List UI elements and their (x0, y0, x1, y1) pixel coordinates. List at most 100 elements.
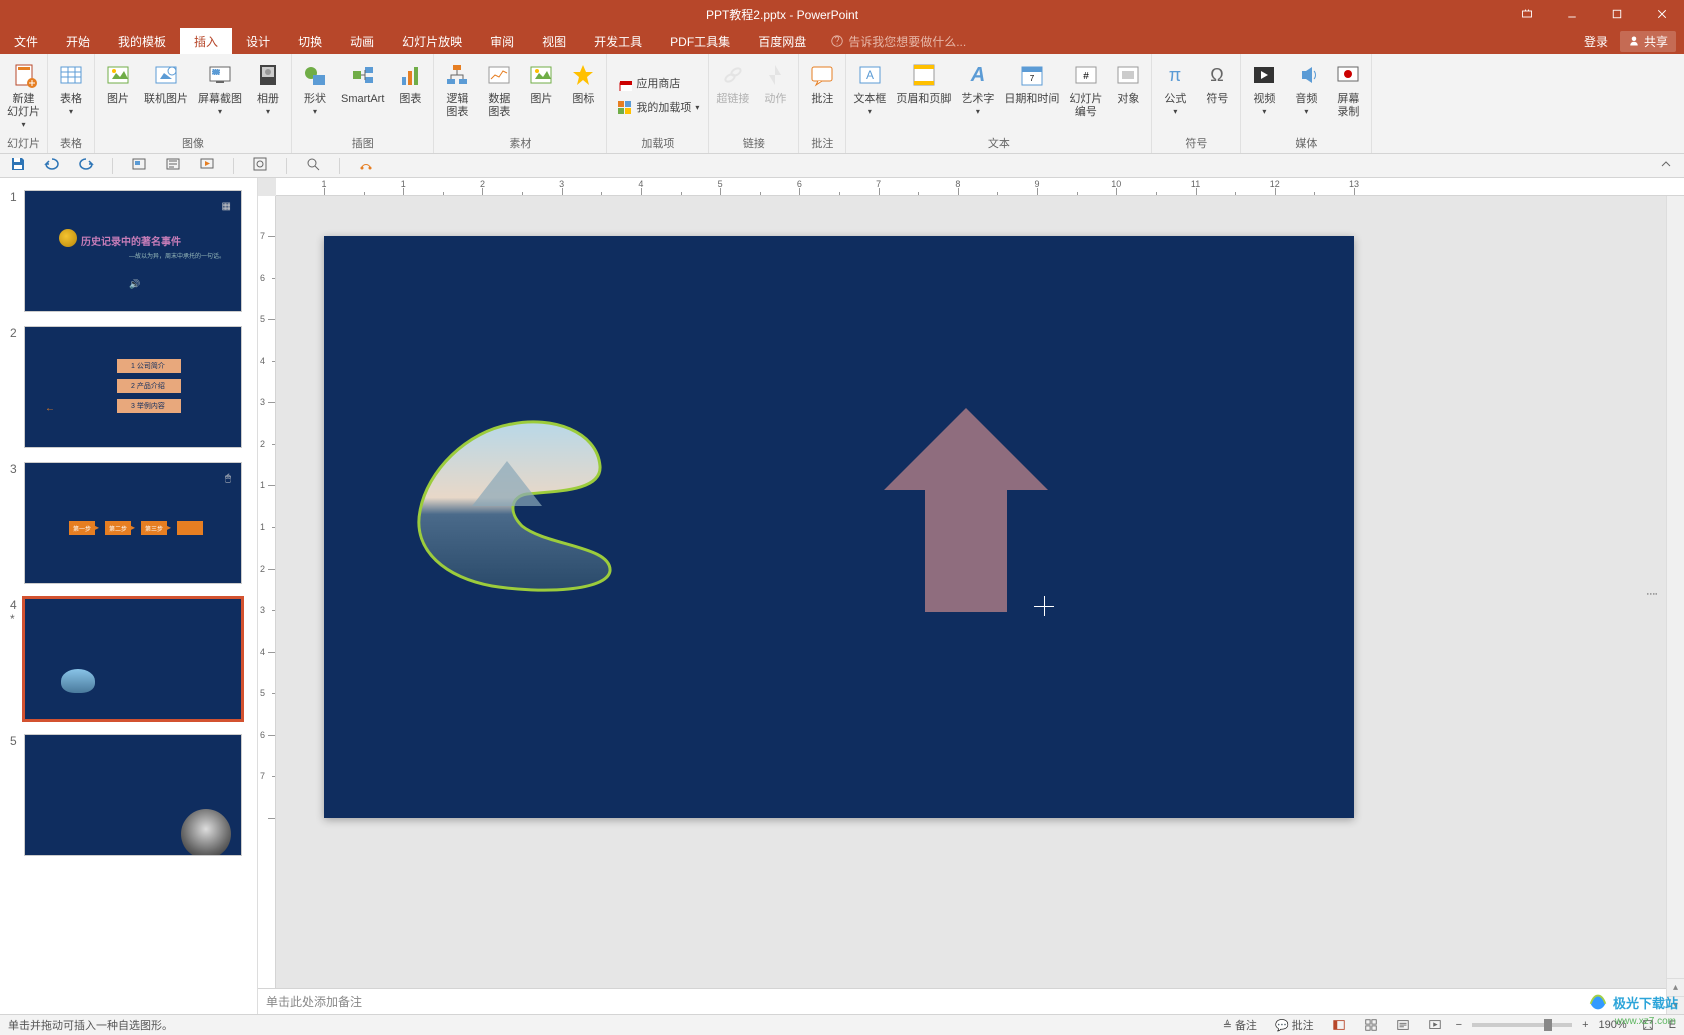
shapes[interactable]: 形状▾ (295, 57, 335, 118)
picture[interactable]: 图片 (98, 57, 138, 108)
thumbnail-4[interactable]: 4* (0, 594, 257, 730)
table[interactable]: 表格▾ (51, 57, 91, 118)
chart[interactable]: 图表 (390, 57, 430, 108)
qat-icon-4[interactable] (305, 156, 321, 175)
tab-开发工具[interactable]: 开发工具 (580, 28, 656, 54)
symbol-icon (1201, 59, 1233, 91)
tab-插入[interactable]: 插入 (180, 28, 232, 54)
redo-icon[interactable] (78, 156, 94, 175)
tab-视图[interactable]: 视图 (528, 28, 580, 54)
slide-thumbnails-panel[interactable]: 1历史记录中的著名事件—故以为异，周末中承托的一句话。🔊▦21 公司简介2 产品… (0, 178, 258, 1014)
textbox[interactable]: 文本框▾ (849, 57, 890, 118)
ribbon-display-options-icon[interactable] (1504, 0, 1549, 28)
store-icon (616, 75, 632, 91)
tab-幻灯片放映[interactable]: 幻灯片放映 (388, 28, 476, 54)
thumbnail-1[interactable]: 1历史记录中的著名事件—故以为异，周末中承托的一句话。🔊▦ (0, 186, 257, 322)
start-from-beginning-icon[interactable] (199, 156, 215, 175)
splitter-handle-icon[interactable]: ⁞ (1644, 592, 1660, 596)
header-footer-icon (908, 59, 940, 91)
comment-icon (806, 59, 838, 91)
notes-pane[interactable]: 单击此处添加备注 (258, 988, 1684, 1014)
qat-icon-5[interactable] (358, 156, 374, 175)
image[interactable]: 图片 (521, 57, 561, 108)
audio[interactable]: 音频▾ (1286, 57, 1326, 118)
wordart-icon (962, 59, 994, 91)
fit-to-window-icon[interactable] (1637, 1018, 1659, 1032)
smartart[interactable]: SmartArt (337, 57, 388, 108)
tab-百度网盘[interactable]: 百度网盘 (744, 28, 820, 54)
freeform-picture-shape[interactable] (412, 416, 618, 596)
icon[interactable]: 图标 (563, 57, 603, 108)
login-link[interactable]: 登录 (1584, 33, 1608, 50)
thumbnail-3[interactable]: 3🖱第一步▸第二步▸第三步▸ (0, 458, 257, 594)
view-reading-icon[interactable] (1392, 1018, 1414, 1032)
zoom-level[interactable]: 190% (1599, 1019, 1627, 1031)
symbol[interactable]: 符号 (1197, 57, 1237, 108)
ribbon-group-文本: 文本框▾页眉和页脚艺术字▾日期和时间幻灯片 编号对象文本 (846, 54, 1152, 153)
qat-icon-3[interactable] (252, 156, 268, 175)
screen-record[interactable]: 屏幕 录制 (1328, 57, 1368, 121)
qat-icon-1[interactable] (131, 156, 147, 175)
my-addins[interactable]: 我的加载项 ▾ (610, 96, 705, 118)
zoom-in-icon[interactable]: + (1582, 1019, 1588, 1031)
datetime[interactable]: 日期和时间 (1000, 57, 1063, 108)
view-sorter-icon[interactable] (1360, 1018, 1382, 1032)
object[interactable]: 对象 (1108, 57, 1148, 108)
view-slideshow-icon[interactable] (1424, 1018, 1446, 1032)
minimize-icon[interactable] (1549, 0, 1594, 28)
current-slide[interactable] (324, 236, 1354, 818)
ribbon-group-批注: 批注批注 (799, 54, 846, 153)
picture-icon (102, 59, 134, 91)
up-arrow-shape[interactable] (884, 408, 1048, 612)
equation[interactable]: 公式▾ (1155, 57, 1195, 118)
screenshot[interactable]: 屏幕截图▾ (194, 57, 246, 118)
header-footer[interactable]: 页眉和页脚 (892, 57, 955, 108)
store[interactable]: 应用商店 (610, 72, 686, 94)
slide-canvas[interactable]: ⁞ (276, 196, 1684, 988)
hyperlink-icon (717, 59, 749, 91)
logic-chart[interactable]: 逻辑 图表 (437, 57, 477, 121)
save-icon[interactable] (10, 156, 26, 175)
thumbnail-2[interactable]: 21 公司简介2 产品介绍3 举例内容← (0, 322, 257, 458)
prev-slide-icon[interactable]: ▴ (1667, 978, 1684, 996)
wordart[interactable]: 艺术字▾ (957, 57, 998, 118)
album[interactable]: 相册▾ (248, 57, 288, 118)
tab-切换[interactable]: 切换 (284, 28, 336, 54)
tell-me[interactable]: 告诉我您想要做什么... (820, 28, 976, 54)
online-picture[interactable]: 联机图片 (140, 57, 192, 108)
tab-开始[interactable]: 开始 (52, 28, 104, 54)
chart-icon (394, 59, 426, 91)
document-title: PPT教程2.pptx - PowerPoint (60, 6, 1504, 23)
tab-审阅[interactable]: 审阅 (476, 28, 528, 54)
notes-button[interactable]: ≜ 备注 (1219, 1017, 1261, 1033)
zoom-out-icon[interactable]: − (1456, 1019, 1462, 1031)
slide-number[interactable]: 幻灯片 编号 (1065, 57, 1106, 121)
ribbon-group-表格: 表格▾表格 (48, 54, 95, 153)
status-hint: 单击并拖动可插入一种自选图形。 (8, 1017, 1219, 1033)
undo-icon[interactable] (44, 156, 60, 175)
view-normal-icon[interactable] (1328, 1018, 1350, 1032)
my-addins-icon (616, 99, 632, 115)
tab-文件[interactable]: 文件 (0, 28, 52, 54)
tab-设计[interactable]: 设计 (232, 28, 284, 54)
vertical-scrollbar[interactable]: ▴ ▾ (1666, 196, 1684, 1014)
hyperlink: 超链接 (712, 57, 753, 108)
close-icon[interactable] (1639, 0, 1684, 28)
qat-icon-2[interactable] (165, 156, 181, 175)
tab-动画[interactable]: 动画 (336, 28, 388, 54)
thumbnail-5[interactable]: 5 (0, 730, 257, 866)
video[interactable]: 视频▾ (1244, 57, 1284, 118)
new-slide[interactable]: 新建 幻灯片▾ (3, 57, 44, 131)
data-chart[interactable]: 数据 图表 (479, 57, 519, 121)
tab-PDF工具集[interactable]: PDF工具集 (656, 28, 744, 54)
next-slide-icon[interactable]: ▾ (1667, 996, 1684, 1014)
title-bar: PPT教程2.pptx - PowerPoint (0, 0, 1684, 28)
collapse-ribbon-icon[interactable] (1658, 156, 1674, 175)
zoom-slider[interactable] (1472, 1023, 1572, 1027)
share-button[interactable]: 共享 (1620, 31, 1676, 52)
comments-button[interactable]: 💬 批注 (1271, 1017, 1318, 1033)
slide-number-icon (1070, 59, 1102, 91)
maximize-icon[interactable] (1594, 0, 1639, 28)
comment[interactable]: 批注 (802, 57, 842, 108)
tab-我的模板[interactable]: 我的模板 (104, 28, 180, 54)
